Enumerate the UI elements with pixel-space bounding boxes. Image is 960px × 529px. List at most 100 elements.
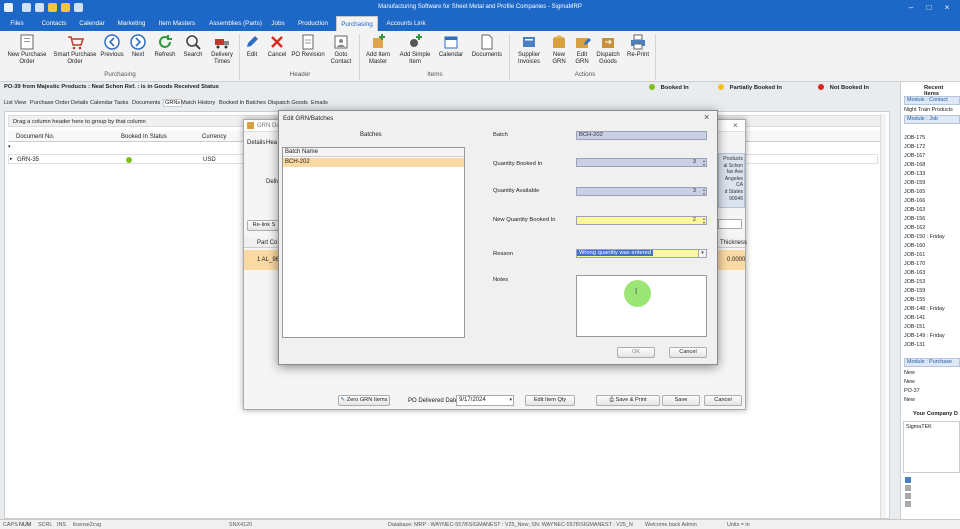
list-item[interactable]: New <box>904 379 915 385</box>
edit-grn-button[interactable]: Edit GRN <box>571 33 593 66</box>
grn-close-icon[interactable]: × <box>733 121 738 130</box>
menu-production[interactable]: Production <box>293 16 333 31</box>
recent-job-item[interactable]: JOB-163 <box>904 207 925 213</box>
search-button[interactable]: Search <box>180 33 206 59</box>
close-icon[interactable]: × <box>942 3 952 13</box>
recent-job-item[interactable]: JOB-167 <box>904 153 925 159</box>
previous-button[interactable]: Previous <box>99 33 125 59</box>
scrollbar[interactable] <box>880 114 886 518</box>
new-qty-booked-in-input[interactable]: 2 ▴ ▾ <box>576 216 707 225</box>
col-currency[interactable]: Currency <box>202 134 226 140</box>
module-purchase-header[interactable]: Module : Purchase <box>904 358 960 367</box>
menu-assemblies[interactable]: Assemblies (Parts) <box>204 16 267 31</box>
recent-job-item[interactable]: JOB-156 <box>904 216 925 222</box>
recent-job-item[interactable]: JOB-165 <box>904 189 925 195</box>
recent-job-item[interactable]: JOB-159 <box>904 180 925 186</box>
recent-job-item[interactable]: JOB-170 <box>904 261 925 267</box>
recent-job-item[interactable]: JOB-175 <box>904 135 925 141</box>
tab-emails[interactable]: Emails <box>311 100 328 106</box>
recent-job-item[interactable]: JOB-150 : Friday <box>904 234 945 240</box>
tool-icon[interactable] <box>905 485 911 491</box>
tab-booked-in-batches[interactable]: Booked In Batches <box>219 100 266 106</box>
po-revision-button[interactable]: PO Revision <box>291 33 325 59</box>
grn-tab-details[interactable]: Details <box>247 140 265 146</box>
delivery-times-button[interactable]: Delivery Times <box>207 33 237 66</box>
col-booked-in-status[interactable]: Booked In Status <box>121 134 167 140</box>
dialog-close-icon[interactable]: × <box>704 112 709 122</box>
zero-grn-items-button[interactable]: ✎ Zero GRN Items <box>338 395 390 406</box>
maximize-icon[interactable]: □ <box>924 3 934 13</box>
reason-select[interactable]: Wrong quantity was entered ▾ <box>576 249 707 258</box>
goto-contact-button[interactable]: Goto Contact <box>326 33 356 66</box>
add-simple-item-button[interactable]: Add Simple Item <box>397 33 433 66</box>
grn-field[interactable] <box>718 219 742 229</box>
tool-icon[interactable] <box>905 501 911 507</box>
list-item[interactable]: New <box>904 370 915 376</box>
list-item[interactable]: PO-37 <box>904 388 920 394</box>
module-contact-header[interactable]: Module : Contact <box>904 96 960 105</box>
tab-dispatch-goods[interactable]: Dispatch Goods <box>268 100 308 106</box>
menu-accounts-link[interactable]: Accounts Link <box>382 16 430 31</box>
spinner-icon[interactable]: ▴ ▾ <box>703 217 705 225</box>
col-thickness[interactable]: Thickness <box>720 240 747 246</box>
tab-list-view[interactable]: List View <box>4 100 26 106</box>
save-button[interactable]: Save <box>662 395 700 406</box>
recent-job-item[interactable]: JOB-159 <box>904 288 925 294</box>
recent-job-item[interactable]: JOB-163 <box>904 270 925 276</box>
menu-files[interactable]: Files <box>4 16 30 31</box>
po-delivered-date-input[interactable]: 9/17/2024 ▾ <box>456 395 514 406</box>
recent-job-item[interactable]: JOB-151 <box>904 324 925 330</box>
refresh-button[interactable]: Refresh <box>152 33 178 59</box>
module-job-header[interactable]: Module : Job <box>904 115 960 124</box>
dispatch-goods-button[interactable]: Dispatch Goods <box>594 33 622 66</box>
smart-purchase-order-button[interactable]: Smart Purchase Order <box>52 33 98 66</box>
recent-job-item[interactable]: JOB-155 <box>904 297 925 303</box>
menu-calendar[interactable]: Calendar <box>75 16 109 31</box>
edit-button[interactable]: Edit <box>241 33 263 59</box>
tab-calendar-tasks[interactable]: Calendar Tasks <box>90 100 128 106</box>
new-purchase-order-button[interactable]: New Purchase Order <box>4 33 50 66</box>
minimize-icon[interactable]: – <box>906 3 916 13</box>
tab-documents[interactable]: Documents <box>132 100 160 106</box>
supplier-invoices-button[interactable]: Supplier Invoices <box>512 33 546 66</box>
recent-job-item[interactable]: JOB-168 <box>904 162 925 168</box>
save-print-button[interactable]: ⎙ Save & Print <box>596 395 660 406</box>
documents-button[interactable]: Documents <box>468 33 506 59</box>
tab-grns[interactable]: GRNs <box>163 99 183 107</box>
col-part-code[interactable]: Part Co <box>257 240 277 246</box>
list-item[interactable]: New <box>904 397 915 403</box>
edit-item-qty-button[interactable]: Edit Item Qty <box>525 395 575 406</box>
menu-purchasing[interactable]: Purchasing <box>336 16 378 31</box>
ok-button[interactable]: OK <box>617 347 655 358</box>
menu-contacts[interactable]: Contacts <box>36 16 72 31</box>
chevron-down-icon[interactable]: ▾ <box>509 397 512 403</box>
next-button[interactable]: Next <box>126 33 150 59</box>
recent-job-item[interactable]: JOB-131 <box>904 342 925 348</box>
grn-cancel-button[interactable]: Cancel <box>704 395 742 406</box>
tab-purchase-order-details[interactable]: Purchase Order Details <box>30 100 88 106</box>
new-grn-button[interactable]: New GRN <box>548 33 570 66</box>
menu-jobs[interactable]: Jobs <box>268 16 288 31</box>
grn-tab-header[interactable]: Hea <box>266 140 277 146</box>
recent-job-item[interactable]: JOB-148 : Friday <box>904 306 945 312</box>
col-document-no[interactable]: Document No. <box>16 134 54 140</box>
relink-button[interactable]: Re-link S <box>247 220 281 231</box>
recent-job-item[interactable]: JOB-166 <box>904 198 925 204</box>
table-row[interactable]: BCH-202 <box>283 158 464 167</box>
chevron-down-icon[interactable]: ▾ <box>698 250 706 257</box>
tool-icon[interactable] <box>905 477 911 483</box>
add-item-master-button[interactable]: Add Item Master <box>362 33 394 66</box>
recent-contact-item[interactable]: Night Train Products <box>904 107 953 113</box>
recent-job-item[interactable]: JOB-141 <box>904 315 925 321</box>
tab-match-history[interactable]: Match History <box>181 100 215 106</box>
tool-icon[interactable] <box>905 493 911 499</box>
recent-job-item[interactable]: JOB-149 : Friday <box>904 333 945 339</box>
recent-job-item[interactable]: JOB-161 <box>904 252 925 258</box>
filter-row-icon[interactable]: ▾ <box>8 144 18 152</box>
recent-job-item[interactable]: JOB-153 <box>904 279 925 285</box>
menu-item-masters[interactable]: Item Masters <box>154 16 200 31</box>
cancel-ribbon-button[interactable]: Cancel <box>264 33 290 59</box>
calendar-button[interactable]: Calendar <box>435 33 467 59</box>
dialog-cancel-button[interactable]: Cancel <box>669 347 707 358</box>
re-print-button[interactable]: Re-Print <box>624 33 652 59</box>
